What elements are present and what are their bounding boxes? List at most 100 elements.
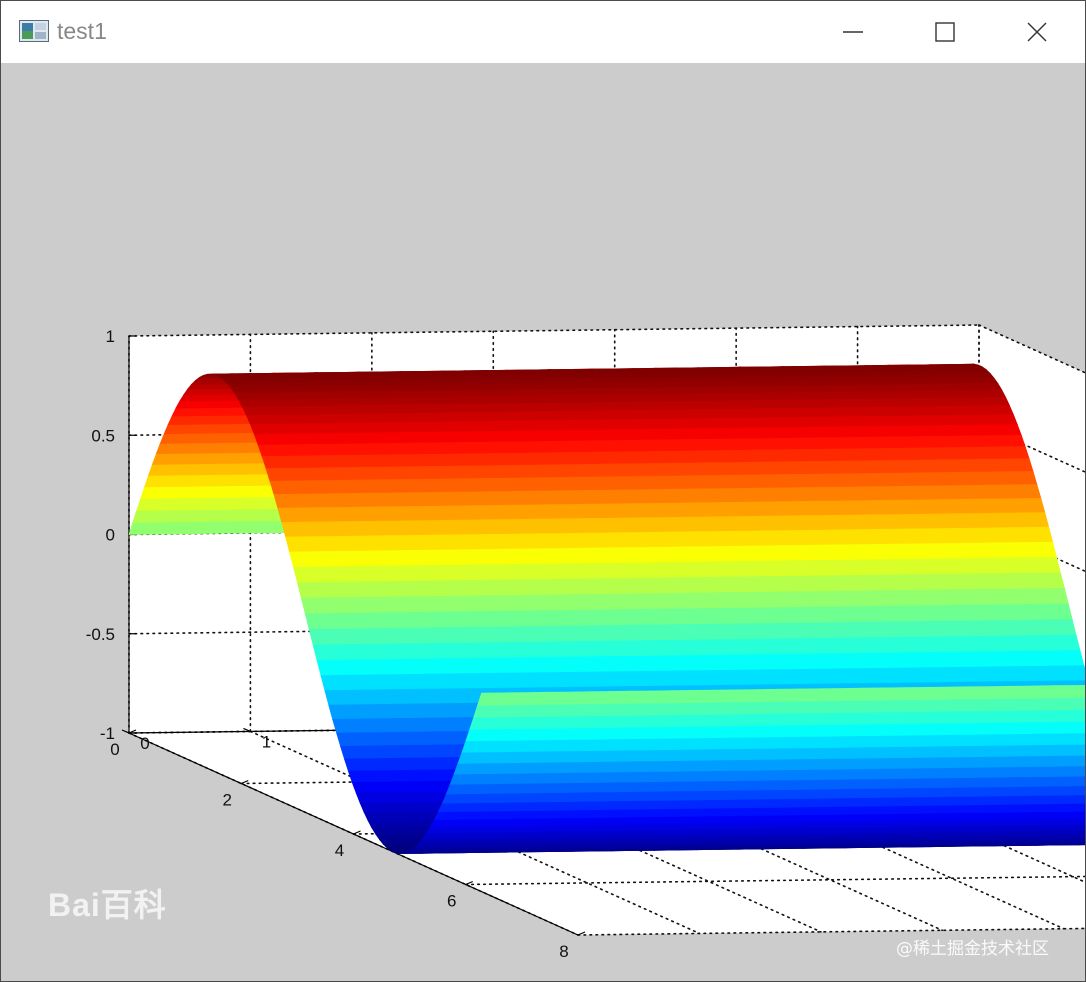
surface-patch: [703, 592, 730, 610]
surface-patch: [670, 546, 697, 563]
surface-patch: [391, 703, 419, 719]
surface-patch: [942, 527, 969, 545]
surface-patch: [522, 548, 549, 565]
surface-patch: [584, 625, 611, 642]
surface-patch: [738, 560, 765, 578]
surface-patch: [479, 411, 506, 423]
surface-patch: [550, 429, 577, 442]
surface-patch: [592, 656, 619, 673]
surface-patch: [1038, 572, 1065, 590]
baidu-watermark: Bai百科: [48, 887, 167, 923]
surface-patch: [499, 626, 526, 643]
title-bar[interactable]: test1: [1, 1, 1085, 63]
surface-patch: [892, 667, 919, 684]
surface-patch: [390, 404, 417, 415]
surface-patch: [733, 408, 760, 419]
surface-patch: [771, 399, 799, 410]
surface-patch: [791, 448, 818, 463]
surface-patch: [577, 394, 604, 404]
surface-patch: [319, 507, 346, 523]
surface-patch: [677, 428, 704, 441]
surface-patch: [763, 385, 791, 394]
surface-patch: [1009, 542, 1036, 559]
surface-patch: [817, 622, 844, 639]
surface-patch: [551, 388, 579, 397]
surface-patch: [322, 597, 349, 615]
surface-plot[interactable]: 0246801234567-1-0.500.51: [1, 63, 1085, 981]
surface-patch: [566, 640, 594, 658]
surface-patch: [278, 444, 306, 457]
surface-patch: [380, 658, 407, 676]
surface-patch: [860, 406, 887, 418]
surface-patch: [759, 560, 786, 578]
surface-patch: [770, 449, 797, 463]
surface-patch: [767, 591, 794, 609]
surface-patch: [380, 802, 408, 813]
surface-patch: [433, 810, 461, 820]
surface-patch: [687, 400, 714, 411]
surface-patch: [559, 402, 587, 412]
surface-patch: [525, 420, 552, 432]
surface-patch: [820, 473, 847, 488]
surface-patch: [486, 657, 513, 674]
surface-patch: [706, 450, 733, 464]
surface-patch: [914, 435, 941, 449]
surface-patch: [151, 452, 179, 465]
surface-patch: [276, 392, 304, 400]
surface-patch: [640, 393, 668, 403]
surface-patch: [159, 432, 187, 444]
surface-patch: [238, 399, 265, 408]
surface-patch: [367, 819, 394, 829]
surface-patch: [644, 401, 672, 411]
figure-app-icon: [19, 20, 49, 42]
surface-patch: [804, 426, 832, 439]
surface-patch: [932, 573, 959, 591]
surface-patch: [1041, 665, 1068, 682]
surface-patch: [831, 391, 858, 400]
surface-patch: [506, 490, 533, 506]
surface-patch: [888, 652, 915, 669]
surface-patch: [654, 488, 682, 504]
surface-patch: [413, 703, 440, 719]
surface-patch: [683, 393, 710, 402]
surface-patch: [341, 674, 368, 691]
surface-patch: [806, 385, 833, 393]
surface-patch: [873, 590, 900, 607]
surface-patch: [610, 419, 637, 431]
surface-patch: [367, 454, 394, 468]
surface-patch: [453, 403, 481, 414]
surface-patch: [226, 382, 253, 389]
surface-patch: [636, 577, 663, 595]
surface-patch: [416, 717, 444, 733]
surface-patch: [602, 401, 629, 412]
surface-patch: [768, 515, 795, 532]
surface-patch: [435, 465, 462, 480]
surface-patch: [437, 802, 465, 813]
surface-patch: [991, 414, 1018, 426]
surface-patch: [281, 521, 308, 538]
surface-patch: [410, 453, 437, 468]
minimize-button[interactable]: [807, 1, 899, 63]
surface-patch: [307, 467, 335, 482]
surface-patch: [708, 400, 735, 410]
surface-patch: [447, 673, 474, 690]
surface-patch: [609, 640, 636, 657]
surface-patch: [796, 622, 823, 640]
surface-patch: [907, 558, 934, 576]
surface-patch: [321, 443, 348, 457]
surface-patch: [300, 597, 328, 615]
surface-patch: [882, 543, 909, 561]
surface-patch: [570, 656, 598, 673]
surface-patch: [599, 517, 626, 534]
close-button[interactable]: [991, 1, 1083, 63]
surface-patch: [698, 654, 725, 672]
surface-patch: [322, 397, 350, 407]
surface-patch: [552, 504, 580, 520]
surface-patch: [440, 421, 467, 433]
surface-patch: [641, 517, 668, 533]
surface-patch: [581, 402, 608, 412]
surface-patch: [784, 575, 811, 593]
surface-patch: [526, 563, 553, 581]
maximize-button[interactable]: [899, 1, 991, 63]
surface-patch: [774, 622, 802, 640]
